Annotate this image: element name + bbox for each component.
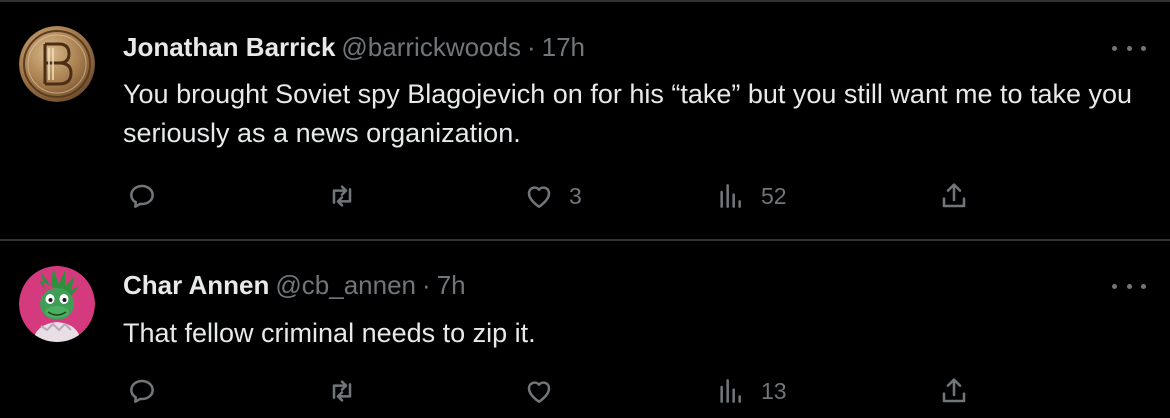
tweet-header: Char Annen @cb_annen · 7h bbox=[123, 269, 466, 301]
dinosaur-character-avatar-icon bbox=[19, 266, 95, 342]
display-name[interactable]: Jonathan Barrick bbox=[123, 32, 335, 62]
tweet-header: Jonathan Barrick @barrickwoods · 17h bbox=[123, 31, 585, 63]
reply-icon bbox=[130, 184, 154, 208]
timestamp[interactable]: 17h bbox=[542, 32, 585, 62]
retweet-button[interactable] bbox=[326, 375, 358, 407]
retweet-icon bbox=[332, 185, 352, 207]
like-button[interactable] bbox=[523, 375, 555, 407]
timestamp[interactable]: 7h bbox=[437, 270, 466, 300]
reply-icon bbox=[130, 379, 154, 403]
views-count: 13 bbox=[761, 377, 787, 404]
tweet[interactable]: Char Annen @cb_annen · 7h That fellow crimi… bbox=[0, 241, 1170, 418]
avatar[interactable] bbox=[19, 266, 95, 342]
like-count: 3 bbox=[569, 182, 582, 209]
share-icon bbox=[942, 378, 966, 403]
tweet[interactable]: Jonathan Barrick @barrickwoods · 17h You br… bbox=[0, 2, 1170, 240]
like-icon bbox=[527, 381, 551, 403]
separator-dot: · bbox=[526, 32, 536, 62]
retweet-button[interactable] bbox=[326, 180, 358, 212]
handle[interactable]: @barrickwoods bbox=[341, 32, 521, 62]
share-button[interactable] bbox=[938, 375, 970, 407]
more-icon[interactable] bbox=[1112, 38, 1146, 58]
tweet-text: That fellow criminal needs to zip it. bbox=[123, 318, 536, 348]
views-icon bbox=[720, 379, 741, 403]
tweet-text: You brought Soviet spy Blagojevich on fo… bbox=[123, 79, 1133, 148]
like-icon bbox=[527, 186, 551, 208]
share-button[interactable] bbox=[938, 180, 970, 212]
reply-button[interactable] bbox=[126, 180, 158, 212]
coin-monogram-avatar-icon bbox=[19, 26, 95, 102]
reply-button[interactable] bbox=[126, 375, 158, 407]
views-icon bbox=[720, 184, 741, 208]
display-name[interactable]: Char Annen bbox=[123, 270, 269, 300]
retweet-icon bbox=[332, 380, 352, 402]
like-button[interactable]: 3 bbox=[523, 180, 582, 212]
separator-dot: · bbox=[422, 270, 431, 300]
more-icon[interactable] bbox=[1112, 276, 1146, 296]
share-icon bbox=[942, 183, 966, 208]
views-button[interactable]: 52 bbox=[715, 180, 787, 212]
views-button[interactable]: 13 bbox=[715, 375, 787, 407]
views-count: 52 bbox=[761, 182, 787, 209]
handle[interactable]: @cb_annen bbox=[275, 270, 416, 300]
avatar[interactable] bbox=[19, 26, 95, 102]
